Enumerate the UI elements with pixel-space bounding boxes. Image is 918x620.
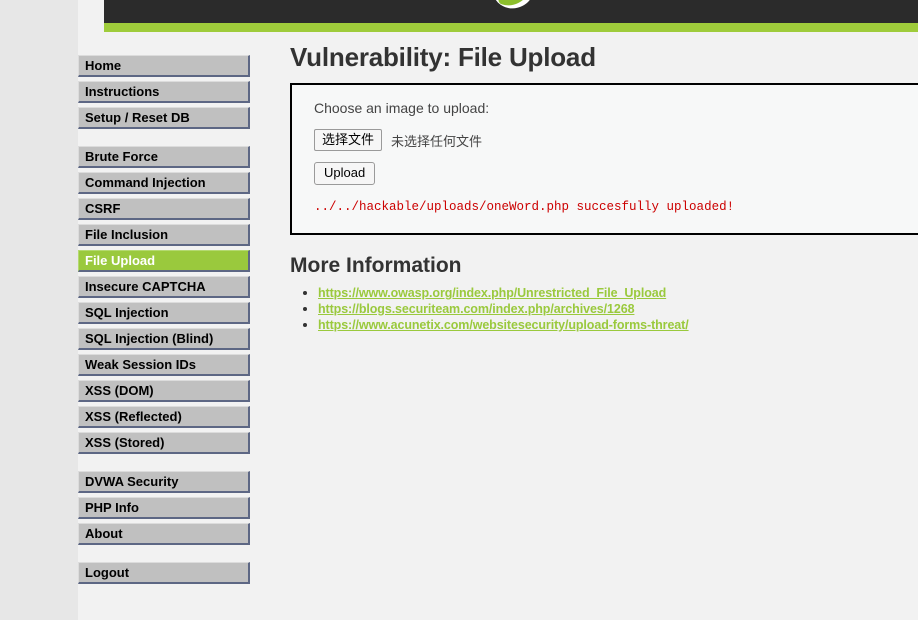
- header-accent-bar: [104, 23, 918, 32]
- sidebar-item-file-upload[interactable]: File Upload: [78, 250, 250, 272]
- list-item: https://www.acunetix.com/websitesecurity…: [318, 317, 918, 333]
- list-item: https://www.owasp.org/index.php/Unrestri…: [318, 285, 918, 301]
- sidebar-item-setup-reset-db[interactable]: Setup / Reset DB: [78, 107, 250, 129]
- sidebar-item-xss-stored[interactable]: XSS (Stored): [78, 432, 250, 454]
- file-input-row[interactable]: 选择文件 未选择任何文件: [314, 129, 918, 151]
- upload-submit-button[interactable]: Upload: [314, 162, 376, 185]
- more-info-link-securiteam[interactable]: https://blogs.securiteam.com/index.php/a…: [318, 302, 635, 316]
- site-header: [104, 0, 918, 23]
- more-info-link-acunetix[interactable]: https://www.acunetix.com/websitesecurity…: [318, 318, 689, 332]
- sidebar-item-sql-injection-blind[interactable]: SQL Injection (Blind): [78, 328, 250, 350]
- sidebar-item-brute-force[interactable]: Brute Force: [78, 146, 250, 168]
- file-chosen-label: 未选择任何文件: [391, 133, 483, 149]
- sidebar-item-xss-dom[interactable]: XSS (DOM): [78, 380, 250, 402]
- sidebar-item-weak-session-ids[interactable]: Weak Session IDs: [78, 354, 250, 376]
- sidebar-item-sql-injection[interactable]: SQL Injection: [78, 302, 250, 324]
- sidebar-item-command-injection[interactable]: Command Injection: [78, 172, 250, 194]
- sidebar-group-general: Home Instructions Setup / Reset DB: [78, 55, 250, 129]
- left-gutter: [0, 0, 78, 620]
- upload-form-label: Choose an image to upload:: [314, 100, 490, 116]
- sidebar-item-about[interactable]: About: [78, 523, 250, 545]
- sidebar-item-file-inclusion[interactable]: File Inclusion: [78, 224, 250, 246]
- main-content: Vulnerability: File Upload Choose an ima…: [290, 40, 918, 333]
- list-item: https://blogs.securiteam.com/index.php/a…: [318, 301, 918, 317]
- sidebar-item-home[interactable]: Home: [78, 55, 250, 77]
- more-information-heading: More Information: [290, 254, 462, 277]
- sidebar-item-csrf[interactable]: CSRF: [78, 198, 250, 220]
- sidebar-item-logout[interactable]: Logout: [78, 562, 250, 584]
- choose-file-button[interactable]: 选择文件: [314, 129, 383, 151]
- dvwa-page: Home Instructions Setup / Reset DB Brute…: [0, 0, 918, 620]
- sidebar-item-dvwa-security[interactable]: DVWA Security: [78, 471, 250, 493]
- sidebar-item-insecure-captcha[interactable]: Insecure CAPTCHA: [78, 276, 250, 298]
- sidebar-group-meta: DVWA Security PHP Info About: [78, 471, 250, 545]
- more-information-list: https://www.owasp.org/index.php/Unrestri…: [290, 285, 918, 333]
- page-title: Vulnerability: File Upload: [290, 42, 596, 72]
- sidebar-item-xss-reflected[interactable]: XSS (Reflected): [78, 406, 250, 428]
- dvwa-swirl-logo-icon: [459, 0, 543, 23]
- upload-status-message: ../../hackable/uploads/oneWord.php succe…: [314, 200, 735, 214]
- sidebar-nav: Home Instructions Setup / Reset DB Brute…: [78, 55, 250, 584]
- sidebar-group-vulnerabilities: Brute Force Command Injection CSRF File …: [78, 146, 250, 454]
- file-upload-panel: Choose an image to upload: 选择文件 未选择任何文件 …: [290, 83, 918, 235]
- more-info-link-owasp[interactable]: https://www.owasp.org/index.php/Unrestri…: [318, 286, 666, 300]
- sidebar-group-session: Logout: [78, 562, 250, 584]
- sidebar-item-php-info[interactable]: PHP Info: [78, 497, 250, 519]
- sidebar-item-instructions[interactable]: Instructions: [78, 81, 250, 103]
